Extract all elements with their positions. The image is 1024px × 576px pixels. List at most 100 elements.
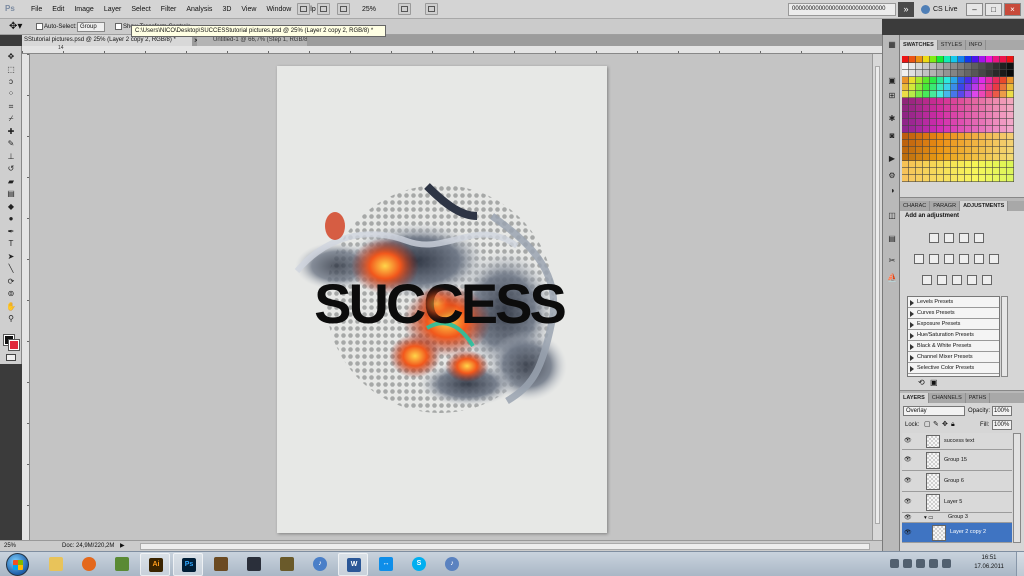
auto-select-dropdown[interactable]: Group <box>77 22 105 32</box>
tool-presets-panel-icon[interactable]: ⚙ <box>886 170 898 181</box>
lock-position-icon[interactable]: ✥ <box>942 420 948 430</box>
taskbar-teamviewer[interactable]: ↔ <box>371 553 401 576</box>
layer-row[interactable]: 👁︎ Group 6 <box>902 471 1012 492</box>
scroll-thumb[interactable] <box>875 66 880 524</box>
arrange-documents-icon[interactable] <box>425 3 438 15</box>
notes-panel-icon[interactable]: ⛵ <box>886 272 898 283</box>
photo-filter-icon[interactable] <box>974 254 984 264</box>
selective-color-icon[interactable] <box>982 275 992 285</box>
actions-panel-icon[interactable]: ▶ <box>886 153 898 164</box>
histogram-panel-icon[interactable]: ⊞ <box>886 90 898 101</box>
taskbar-game-b[interactable] <box>272 553 302 576</box>
move-tool-preset-icon[interactable]: ✥▾ <box>9 20 22 34</box>
posterize-icon[interactable] <box>937 275 947 285</box>
3d-orbit-tool-icon[interactable]: ⊚ <box>4 289 18 299</box>
maximize-button[interactable]: □ <box>985 3 1002 16</box>
cs-live-button[interactable]: CS Live <box>933 0 958 19</box>
presets-scrollbar[interactable] <box>1001 296 1008 377</box>
preset-exposure[interactable]: Exposure Presets <box>908 319 999 330</box>
menu-select[interactable]: Select <box>126 0 155 19</box>
threshold-icon[interactable] <box>952 275 962 285</box>
tab-layers[interactable]: LAYERS <box>900 393 929 403</box>
opacity-input[interactable]: 100% <box>992 406 1012 416</box>
horizontal-scrollbar[interactable] <box>140 543 870 550</box>
marquee-tool-icon[interactable]: ⬚ <box>4 65 18 75</box>
type-tool-icon[interactable]: T <box>4 239 18 249</box>
taskbar-photoshop[interactable]: Ps <box>173 553 203 576</box>
taskbar-firefox[interactable] <box>74 553 104 576</box>
lasso-tool-icon[interactable]: ↄ <box>4 77 18 87</box>
character-panel-icon[interactable]: ✂ <box>886 255 898 266</box>
system-clock[interactable]: 16:51 17.06.2011 <box>966 554 1012 572</box>
path-select-tool-icon[interactable]: ➤ <box>4 252 18 262</box>
navigator-panel-icon[interactable]: ▣ <box>886 75 898 86</box>
taskbar-explorer[interactable] <box>41 553 71 576</box>
crop-tool-icon[interactable]: ⌗ <box>4 102 18 112</box>
taskbar-game-a[interactable] <box>239 553 269 576</box>
workspace-expand-icon[interactable]: » <box>898 2 914 17</box>
menu-3d[interactable]: 3D <box>217 0 236 19</box>
pen-tool-icon[interactable]: ✒ <box>4 227 18 237</box>
taskbar-chest-game[interactable] <box>206 553 236 576</box>
start-button[interactable] <box>6 553 29 576</box>
taskbar-skype[interactable]: S <box>404 553 434 576</box>
minimize-button[interactable]: – <box>966 3 983 16</box>
mini-bridge-icon[interactable] <box>317 3 330 15</box>
healing-brush-tool-icon[interactable]: ✚ <box>4 127 18 137</box>
workspace-field[interactable]: 0000000000000000000000000000 <box>788 3 896 16</box>
paragraph-panel-icon[interactable]: ▤ <box>886 233 898 244</box>
tab-paragraph[interactable]: PARAGR <box>930 201 961 211</box>
eyedropper-tool-icon[interactable]: ⌿ <box>4 114 18 124</box>
taskbar-itunes-2[interactable]: ♪ <box>437 553 467 576</box>
exposure-icon[interactable] <box>974 233 984 243</box>
levels-icon[interactable] <box>944 233 954 243</box>
lock-all-icon[interactable]: 🔒︎ <box>951 420 955 430</box>
zoom-level-dropdown[interactable]: 25% <box>362 0 376 19</box>
view-extras-icon[interactable] <box>337 3 350 15</box>
group-folder-icon[interactable]: ▾ ▭ <box>924 515 934 521</box>
background-color-swatch[interactable] <box>8 339 20 351</box>
menu-filter[interactable]: Filter <box>156 0 182 19</box>
hue-saturation-icon[interactable] <box>929 254 939 264</box>
return-to-list-icon[interactable]: ⟲ <box>918 378 925 387</box>
3d-panel-icon[interactable]: ◫ <box>886 210 898 221</box>
auto-select-checkbox[interactable] <box>36 23 43 30</box>
lock-transparency-icon[interactable]: ▢ <box>924 420 931 430</box>
document-canvas[interactable]: SUCCESS <box>277 66 607 533</box>
tab-info[interactable]: INFO <box>966 40 986 50</box>
history-panel-icon[interactable]: ▦ <box>886 39 898 50</box>
layers-scrollbar[interactable] <box>1013 433 1021 543</box>
channel-mixer-icon[interactable] <box>989 254 999 264</box>
volume-icon[interactable] <box>916 559 925 568</box>
masks-panel-icon[interactable]: ◑ <box>886 185 898 196</box>
shape-tool-icon[interactable]: ╲ <box>4 264 18 274</box>
visibility-eye-icon[interactable]: 👁︎ <box>904 457 912 463</box>
visibility-eye-icon[interactable]: 👁︎ <box>904 530 912 536</box>
preset-hue-saturation[interactable]: Hue/Saturation Presets <box>908 330 999 341</box>
menu-edit[interactable]: Edit <box>47 0 69 19</box>
move-tool-icon[interactable]: ✥ <box>4 52 18 62</box>
tray-arrow-icon[interactable] <box>890 559 899 568</box>
blend-mode-dropdown[interactable]: Overlay <box>903 406 965 416</box>
layer-row[interactable]: 👁︎ Layer 2 copy 2 <box>902 523 1012 543</box>
tab-styles[interactable]: STYLES <box>938 40 966 50</box>
tab-channels[interactable]: CHANNELS <box>929 393 966 403</box>
3d-rotate-tool-icon[interactable]: ⟳ <box>4 277 18 287</box>
preset-channel-mixer[interactable]: Channel Mixer Presets <box>908 352 999 363</box>
preset-selective-color[interactable]: Selective Color Presets <box>908 363 999 374</box>
eraser-tool-icon[interactable]: ▰ <box>4 177 18 187</box>
taskbar-itunes[interactable]: ♪ <box>305 553 335 576</box>
tab-paths[interactable]: PATHS <box>966 393 991 403</box>
clone-stamp-tool-icon[interactable]: ⊥ <box>4 152 18 162</box>
screen-mode-icon[interactable] <box>398 3 411 15</box>
menu-layer[interactable]: Layer <box>99 0 127 19</box>
tab-adjustments[interactable]: ADJUSTMENTS <box>960 201 1009 211</box>
tab-character[interactable]: CHARAC <box>900 201 931 211</box>
menu-file[interactable]: File <box>26 0 47 19</box>
bridge-icon[interactable] <box>297 3 310 15</box>
network-icon[interactable] <box>903 559 912 568</box>
transform-controls-checkbox[interactable] <box>115 23 122 30</box>
preset-levels[interactable]: Levels Presets <box>908 297 999 308</box>
black-white-icon[interactable] <box>959 254 969 264</box>
canvas-area[interactable]: SUCCESS <box>30 54 882 540</box>
